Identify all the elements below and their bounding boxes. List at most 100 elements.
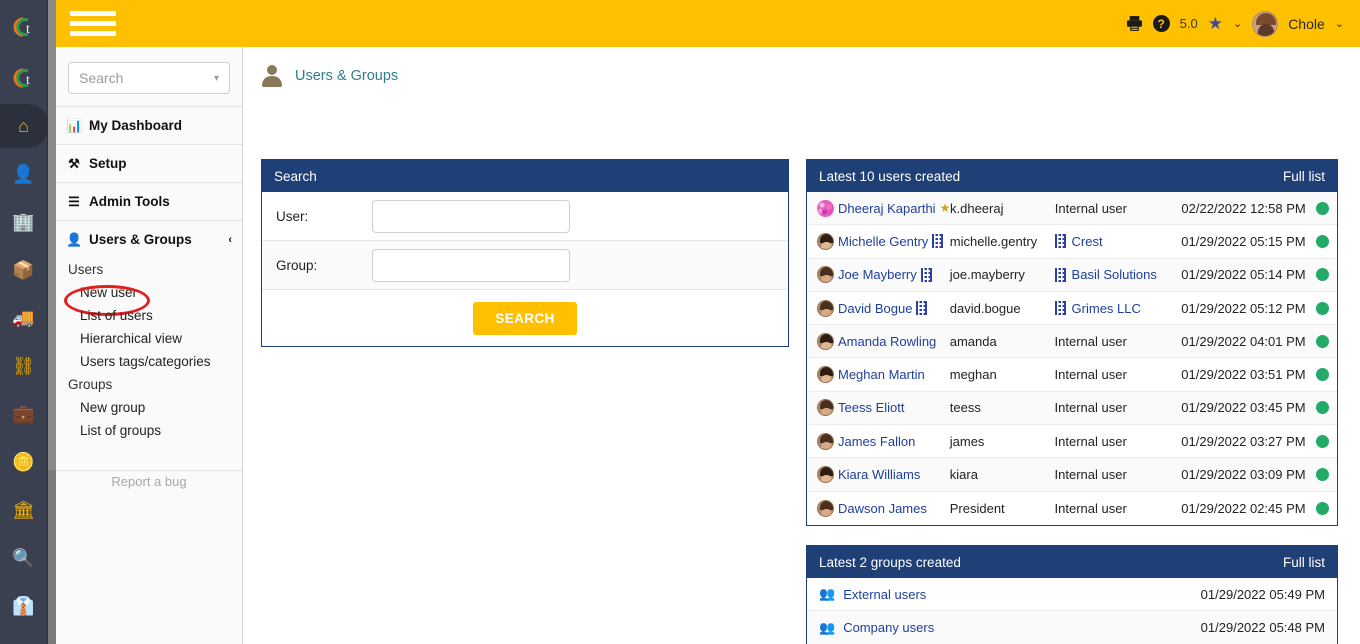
search-panel: Search User: Group: SEARCH bbox=[261, 159, 789, 347]
coins-icon-glyph: 🪙 bbox=[12, 452, 35, 472]
search-input[interactable]: Search ▾ bbox=[68, 62, 230, 94]
box-icon[interactable]: 📦 bbox=[0, 246, 47, 294]
printer-icon[interactable] bbox=[1126, 15, 1143, 32]
avatar bbox=[817, 299, 834, 317]
user-label: User: bbox=[276, 208, 309, 224]
user-name-link[interactable]: Joe Mayberry bbox=[838, 267, 917, 282]
sidebar-link-users-tags-categories[interactable]: Users tags/categories bbox=[56, 350, 242, 373]
app-root: t t ⌂👤🏢📦🚚⛓💼🪙🏛🔍👔📁📅🎫🔧 ? 5.0 ★ ⌄ bbox=[0, 0, 1360, 644]
list-item: 👥 Company users 01/29/2022 05:48 PM bbox=[807, 611, 1337, 644]
building-icon bbox=[1054, 234, 1066, 249]
main-content: Users & Groups Search User: Group: SEARC… bbox=[243, 47, 1360, 644]
sidebar-link-hierarchical-view[interactable]: Hierarchical view bbox=[56, 327, 242, 350]
home-icon[interactable]: ⌂ bbox=[0, 102, 49, 150]
latest-groups-title: Latest 2 groups created bbox=[819, 554, 961, 570]
briefcase-icon[interactable]: 💼 bbox=[0, 390, 47, 438]
coins-icon[interactable]: 🪙 bbox=[0, 438, 47, 486]
user-chevron-down-icon[interactable]: ⌄ bbox=[1335, 17, 1344, 30]
user-created-date-cell: 01/29/2022 02:45 PM bbox=[1181, 500, 1306, 516]
company-link[interactable]: Basil Solutions bbox=[1072, 267, 1157, 282]
company-link[interactable]: Crest bbox=[1072, 234, 1103, 249]
group-field[interactable] bbox=[372, 248, 570, 282]
user-name-link[interactable]: Amanda Rowling bbox=[838, 334, 936, 349]
status-dot-active bbox=[1315, 368, 1329, 382]
avatar bbox=[817, 399, 834, 417]
search-button[interactable]: SEARCH bbox=[473, 301, 577, 335]
user-company-cell: Internal user bbox=[1055, 434, 1182, 449]
money-search-icon[interactable]: 🔍 bbox=[0, 534, 47, 582]
server-icon: ☰ bbox=[68, 193, 80, 209]
table-row: Dawson James President Internal user 01/29/… bbox=[807, 492, 1337, 525]
sidebar-item-my-dashboard[interactable]: 📊 My Dashboard bbox=[56, 106, 242, 144]
status-badge bbox=[1307, 268, 1337, 282]
user-name-cell: Michelle Gentry bbox=[807, 232, 950, 250]
user-name-link[interactable]: James Fallon bbox=[838, 434, 915, 449]
user-icon[interactable]: 👤 bbox=[0, 150, 47, 198]
chevron-down-icon[interactable]: ▾ bbox=[214, 73, 219, 84]
status-badge bbox=[1307, 434, 1337, 448]
rail-divider bbox=[48, 0, 56, 644]
group-name-link[interactable]: Company users bbox=[843, 620, 934, 635]
building-icon[interactable]: 🏢 bbox=[0, 198, 47, 246]
folder-icon[interactable]: 📁 bbox=[0, 630, 47, 644]
sidebar-item-users-groups[interactable]: 👤 Users & Groups ‹ bbox=[56, 220, 242, 258]
sidebar-link-new-group[interactable]: New group bbox=[56, 396, 242, 419]
status-badge bbox=[1307, 501, 1337, 515]
company-link[interactable]: Grimes LLC bbox=[1072, 301, 1141, 316]
menu-icon[interactable] bbox=[70, 6, 116, 41]
user-name-link[interactable]: Meghan Martin bbox=[838, 367, 925, 382]
sidebar-search-wrap: Search ▾ bbox=[56, 47, 242, 106]
user-created-date-cell: 01/29/2022 04:01 PM bbox=[1181, 333, 1306, 349]
avatar bbox=[817, 499, 834, 517]
user-name-label[interactable]: Chole bbox=[1288, 16, 1325, 32]
group-name-link[interactable]: External users bbox=[843, 587, 926, 602]
user-name-link[interactable]: Michelle Gentry bbox=[838, 234, 928, 249]
app-logo[interactable]: t bbox=[0, 0, 47, 54]
user-login-cell: amanda bbox=[949, 333, 997, 349]
help-icon[interactable]: ? bbox=[1152, 15, 1170, 32]
status-badge bbox=[1307, 468, 1337, 482]
chevron-left-icon[interactable]: ‹ bbox=[228, 234, 232, 246]
user-name-link[interactable]: Teess Eliott bbox=[838, 400, 904, 415]
user-name-cell: Dawson James bbox=[807, 499, 950, 517]
user-name-link[interactable]: David Bogue bbox=[838, 301, 912, 316]
list-item: 👥 External users 01/29/2022 05:49 PM bbox=[807, 578, 1337, 611]
user-field[interactable] bbox=[372, 199, 570, 233]
company-label: Internal user bbox=[1054, 433, 1127, 449]
report-a-bug-link[interactable]: Report a bug bbox=[56, 442, 242, 489]
user-created-date-cell: 02/22/2022 12:58 PM bbox=[1181, 200, 1306, 216]
table-row: Kiara Williams kiara Internal user 01/29/20… bbox=[807, 458, 1337, 492]
avatar bbox=[817, 232, 834, 250]
company-label: Internal user bbox=[1054, 467, 1127, 483]
project-tree-icon[interactable]: ⛓ bbox=[0, 342, 47, 390]
star-icon[interactable]: ★ bbox=[1208, 14, 1223, 34]
sidebar-link-new-user[interactable]: New user bbox=[56, 281, 242, 316]
avatar bbox=[817, 466, 834, 484]
users-full-list-link[interactable]: Full list bbox=[1283, 169, 1325, 184]
user-name-link[interactable]: Dawson James bbox=[838, 501, 927, 516]
avatar[interactable] bbox=[1252, 10, 1279, 37]
group-created-date: 01/29/2022 05:48 PM bbox=[1200, 620, 1325, 635]
sidebar-item-setup[interactable]: ⚒ Setup bbox=[56, 144, 242, 182]
search-group-row: Group: bbox=[262, 241, 788, 290]
user-name-link[interactable]: Kiara Williams bbox=[838, 467, 920, 482]
sidebar-item-admin-tools[interactable]: ☰ Admin Tools bbox=[56, 182, 242, 220]
sidebar-link-label: Users tags/categories bbox=[80, 354, 211, 369]
user-name-link[interactable]: Dheeraj Kaparthi bbox=[838, 201, 936, 216]
user-login-cell: teess bbox=[949, 400, 981, 416]
chevron-down-icon[interactable]: ⌄ bbox=[1233, 17, 1242, 30]
bank-icon[interactable]: 🏛 bbox=[0, 486, 47, 534]
building-icon bbox=[1054, 301, 1066, 316]
hr-icon[interactable]: 👔 bbox=[0, 582, 47, 630]
groups-full-list-link[interactable]: Full list bbox=[1283, 555, 1325, 570]
user-name-cell: Teess Eliott bbox=[807, 399, 950, 417]
company-label: Internal user bbox=[1054, 200, 1127, 216]
user-created-date-cell: 01/29/2022 05:12 PM bbox=[1181, 300, 1306, 316]
sidebar-link-list-of-users[interactable]: List of users bbox=[56, 304, 242, 327]
page-title[interactable]: Users & Groups bbox=[295, 68, 398, 84]
logistics-icon[interactable]: 🚚 bbox=[0, 294, 47, 342]
sidebar-link-list-of-groups[interactable]: List of groups bbox=[56, 419, 242, 442]
avatar bbox=[817, 266, 834, 284]
app-logo-secondary[interactable]: t bbox=[0, 54, 47, 102]
company-label: Internal user bbox=[1054, 333, 1127, 349]
